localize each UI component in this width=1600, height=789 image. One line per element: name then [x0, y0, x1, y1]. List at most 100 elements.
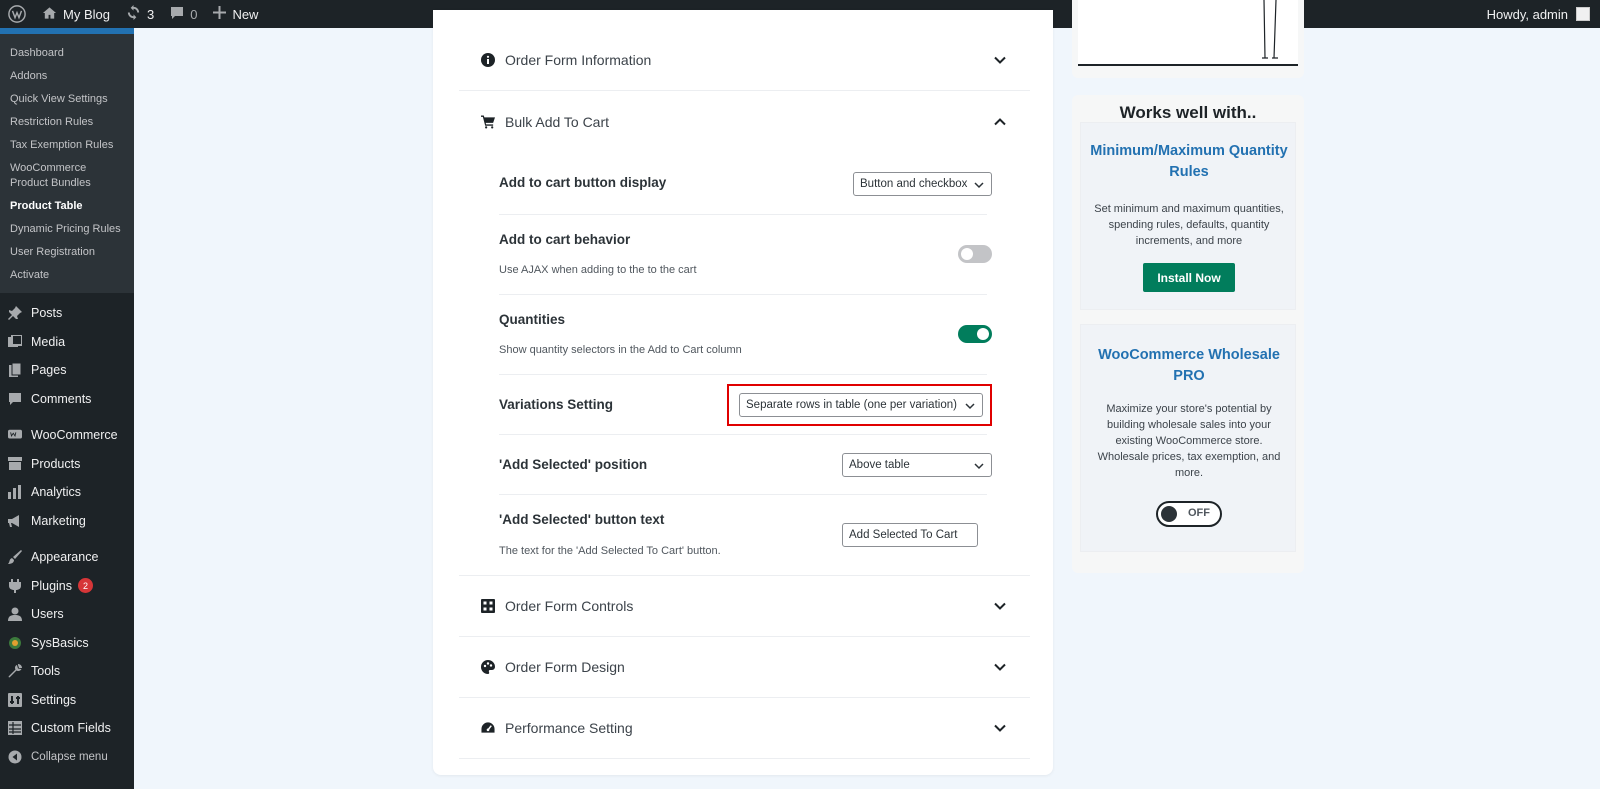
menu-media[interactable]: Media [0, 328, 134, 357]
add-to-cart-display-select[interactable]: Button and checkbox [853, 172, 992, 196]
plugin-description: Set minimum and maximum quantities, spen… [1094, 203, 1284, 247]
menu-tools[interactable]: Tools [0, 657, 134, 686]
toggle-knob [1161, 506, 1177, 522]
updates-link[interactable]: 3 [118, 0, 162, 28]
submenu-restriction-rules[interactable]: Restriction Rules [0, 111, 134, 134]
menu-custom-fields[interactable]: Custom Fields [0, 714, 134, 743]
menu-analytics[interactable]: Analytics [0, 478, 134, 507]
new-label: New [232, 6, 259, 22]
setting-quantities: Quantities Show quantity selectors in th… [499, 295, 992, 375]
chevron-down-icon [994, 661, 1006, 673]
menu-woocommerce[interactable]: WooCommerce [0, 421, 134, 450]
ajax-toggle[interactable] [958, 245, 992, 263]
plugin-name[interactable]: WooCommerce Wholesale PRO [1081, 345, 1297, 387]
menu-comments[interactable]: Comments [0, 385, 134, 414]
submenu-activate[interactable]: Activate [0, 264, 134, 287]
home-icon [42, 6, 57, 23]
chevron-down-icon [994, 600, 1006, 612]
section-order-form-controls[interactable]: Order Form Controls [459, 576, 1030, 637]
menu-label: Posts [31, 306, 63, 321]
works-well-with-panel: Works well with.. Minimum/Maximum Quanti… [1072, 95, 1304, 573]
menu-label: Marketing [31, 513, 86, 528]
section-performance-setting[interactable]: Performance Setting [459, 698, 1030, 759]
menu-label: Pages [31, 363, 67, 378]
info-circle-icon [481, 53, 495, 67]
updates-icon [126, 5, 141, 23]
palette-icon [481, 660, 495, 674]
menu-pages[interactable]: Pages [0, 356, 134, 385]
section-order-form-information[interactable]: Order Form Information [459, 30, 1030, 91]
wholesale-pro-toggle[interactable]: OFF [1156, 501, 1222, 527]
woocommerce-icon [8, 428, 22, 442]
setting-description: Show quantity selectors in the Add to Ca… [499, 344, 742, 356]
quantities-toggle[interactable] [958, 325, 992, 343]
main-menu: Posts Media Pages Comments WooCommerce P… [0, 293, 134, 771]
menu-plugins[interactable]: Plugins 2 [0, 572, 134, 601]
menu-sysbasics[interactable]: SysBasics [0, 629, 134, 658]
section-order-form-design[interactable]: Order Form Design [459, 637, 1030, 698]
setting-variations: Variations Setting Separate rows in tabl… [499, 375, 992, 435]
menu-label: SysBasics [31, 635, 89, 650]
setting-label: 'Add Selected' button text [499, 512, 665, 527]
chevron-down-icon [974, 461, 984, 471]
collapse-menu-button[interactable]: Collapse menu [0, 743, 134, 772]
submenu-tax-exemption-rules[interactable]: Tax Exemption Rules [0, 134, 134, 157]
section-title: Order Form Controls [505, 598, 634, 614]
add-selected-text-input[interactable]: Add Selected To Cart [842, 523, 978, 547]
setting-add-to-cart-behavior: Add to cart behavior Use AJAX when addin… [499, 215, 992, 295]
input-value: Add Selected To Cart [849, 529, 958, 541]
menu-label: Settings [31, 692, 77, 707]
megaphone-icon [8, 514, 22, 528]
submenu-addons[interactable]: Addons [0, 65, 134, 88]
setting-label: Variations Setting [499, 397, 614, 412]
bar-chart-icon [8, 485, 22, 500]
chevron-down-icon [994, 722, 1006, 734]
submenu-product-table[interactable]: Product Table [0, 195, 134, 218]
section-bulk-add-to-cart[interactable]: Bulk Add To Cart [459, 91, 1030, 152]
menu-settings[interactable]: Settings [0, 686, 134, 715]
menu-label: WooCommerce [31, 428, 118, 443]
collapse-label: Collapse menu [31, 750, 108, 763]
submenu-quick-view-settings[interactable]: Quick View Settings [0, 88, 134, 111]
comments-count: 0 [190, 6, 198, 22]
menu-products[interactable]: Products [0, 450, 134, 479]
site-name: My Blog [63, 6, 110, 22]
plus-icon [213, 6, 227, 22]
menu-label: Appearance [31, 550, 99, 565]
user-icon [8, 607, 22, 622]
submenu-user-registration[interactable]: User Registration [0, 241, 134, 264]
toggle-label: OFF [1188, 507, 1210, 519]
plugin-submenu: Dashboard Addons Quick View Settings Res… [0, 34, 134, 293]
variations-select[interactable]: Separate rows in table (one per variatio… [739, 393, 983, 417]
menu-label: Media [31, 334, 66, 349]
select-value: Separate rows in table (one per variatio… [746, 399, 957, 411]
select-value: Button and checkbox [860, 178, 968, 190]
menu-posts[interactable]: Posts [0, 299, 134, 328]
my-account[interactable]: Howdy, admin [1487, 7, 1600, 22]
setting-label: Add to cart behavior [499, 232, 631, 247]
menu-label: Custom Fields [31, 721, 111, 736]
menu-users[interactable]: Users [0, 600, 134, 629]
plug-icon [8, 578, 22, 593]
controls-icon [481, 599, 495, 613]
sysbasics-icon [8, 636, 22, 650]
menu-marketing[interactable]: Marketing [0, 507, 134, 536]
new-content-link[interactable]: New [205, 0, 266, 28]
comments-icon [8, 392, 22, 406]
chevron-down-icon [974, 180, 984, 190]
plugin-name[interactable]: Minimum/Maximum Quantity Rules [1081, 141, 1297, 183]
submenu-woocommerce-product-bundles[interactable]: WooCommerce Product Bundles [0, 157, 134, 195]
pages-icon [8, 363, 22, 378]
wordpress-logo-icon[interactable] [0, 0, 34, 28]
menu-appearance[interactable]: Appearance [0, 543, 134, 572]
setting-description: The text for the 'Add Selected To Cart' … [499, 545, 721, 557]
install-now-button[interactable]: Install Now [1143, 263, 1235, 292]
menu-label: Tools [31, 664, 61, 679]
comments-link[interactable]: 0 [162, 0, 205, 28]
submenu-dashboard[interactable]: Dashboard [0, 42, 134, 65]
plugins-update-badge: 2 [78, 578, 93, 594]
submenu-dynamic-pricing-rules[interactable]: Dynamic Pricing Rules [0, 218, 134, 241]
site-name-link[interactable]: My Blog [34, 0, 118, 28]
add-selected-position-select[interactable]: Above table [842, 453, 992, 477]
plugin-description: Maximize your store's potential by build… [1097, 403, 1281, 479]
